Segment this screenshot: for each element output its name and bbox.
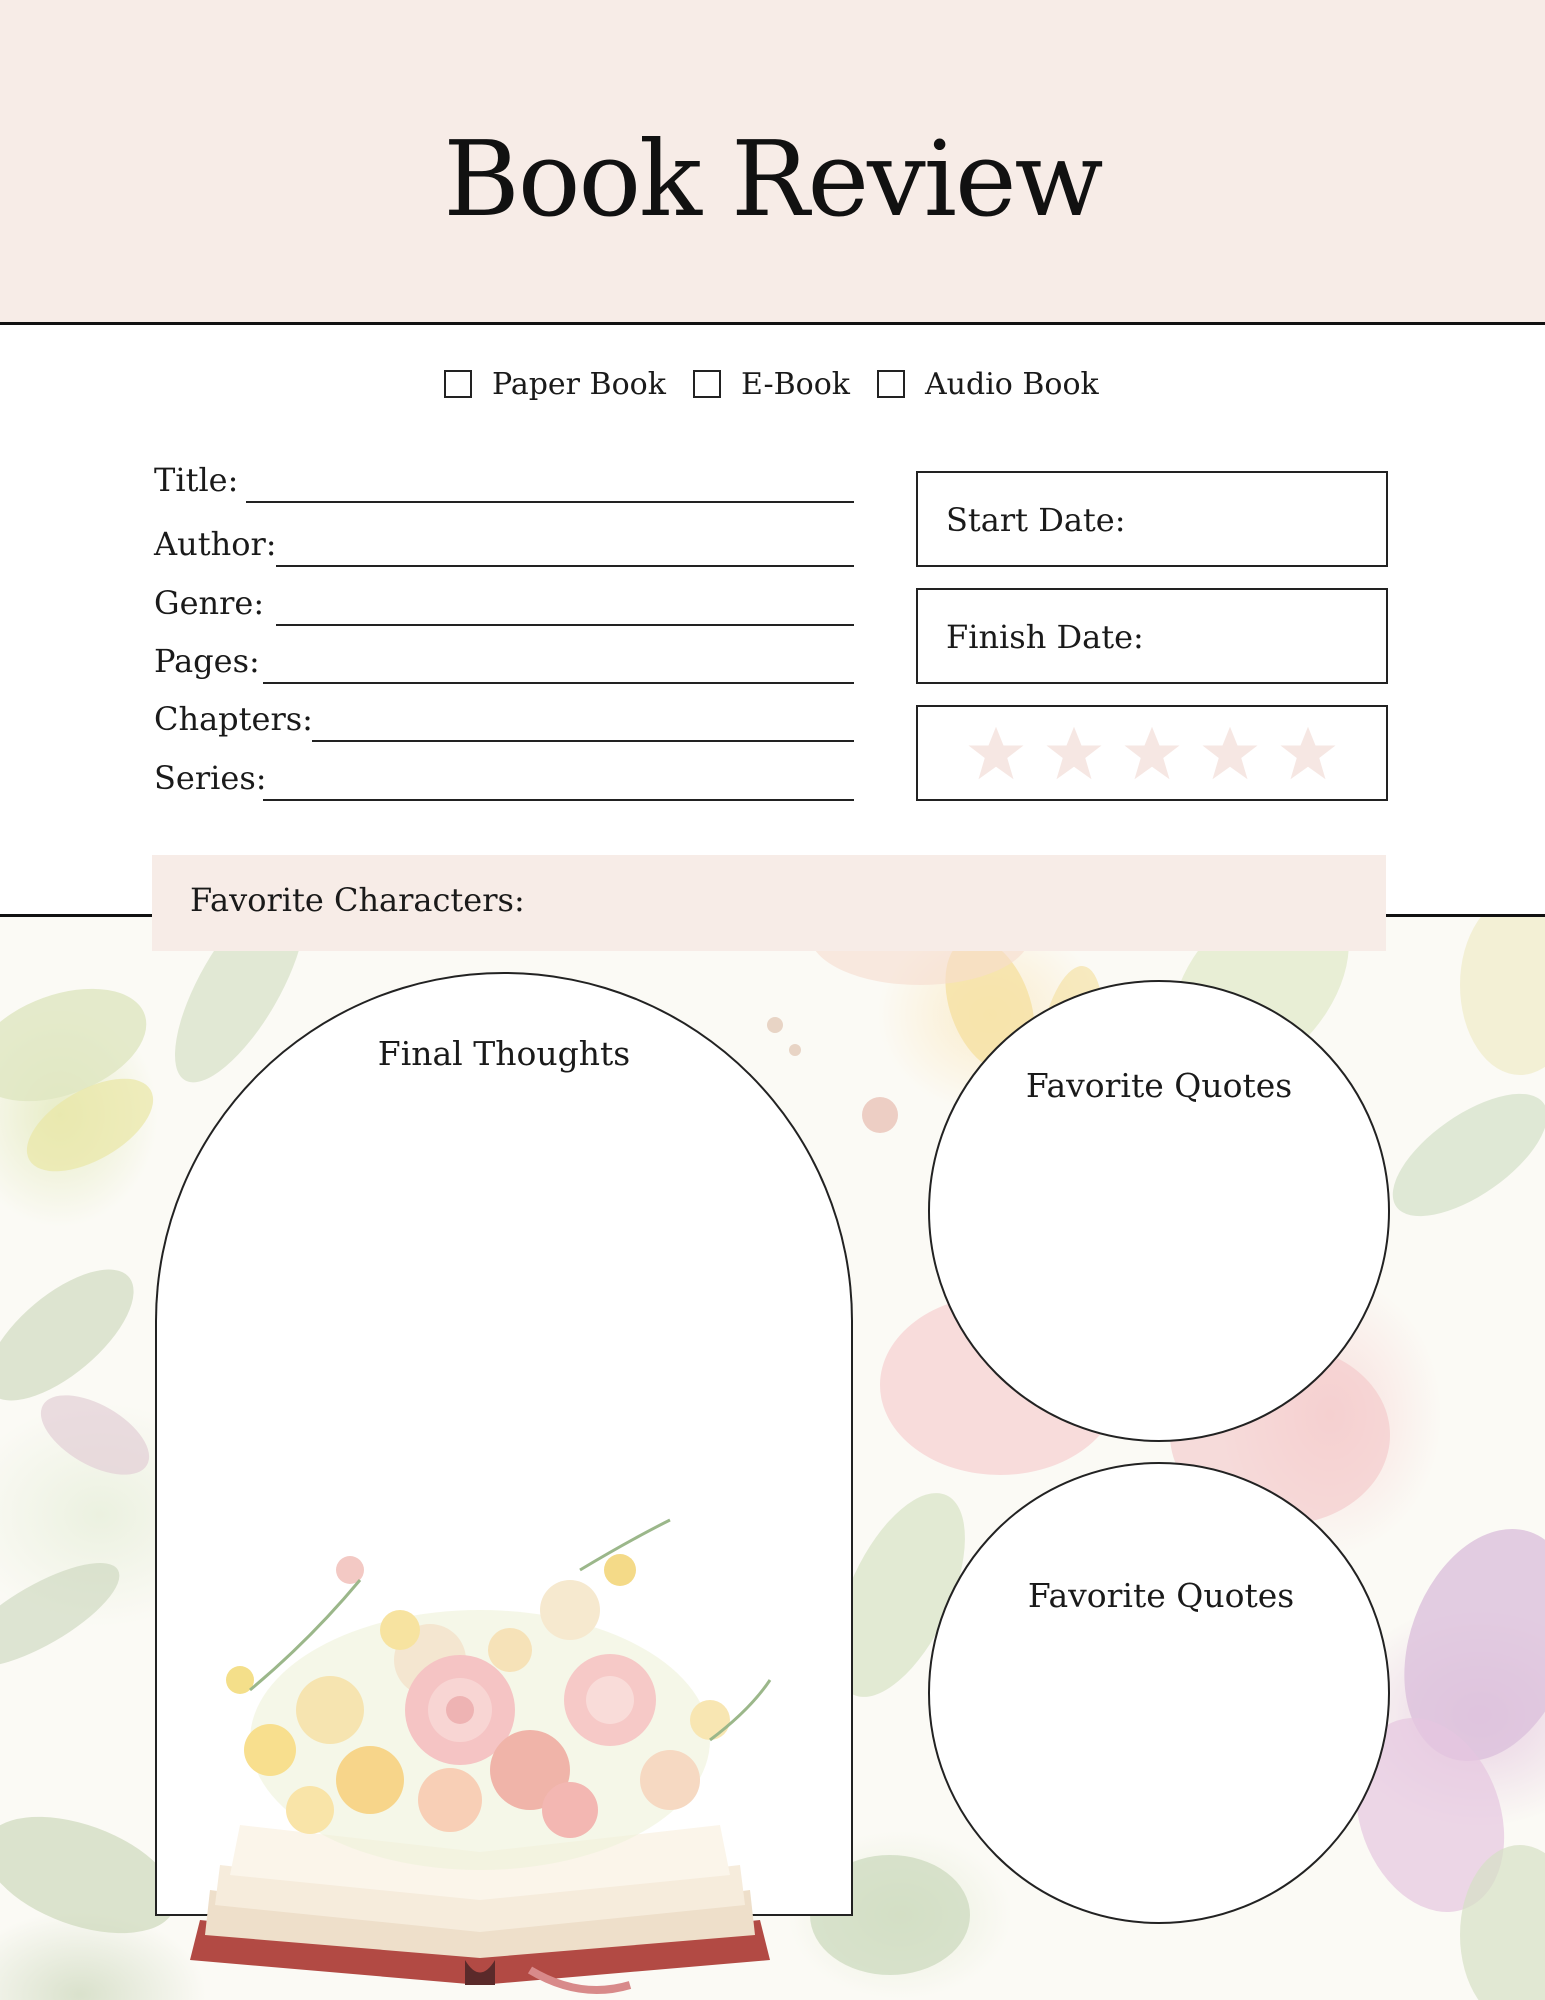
title-field[interactable]: Title: [154,461,854,503]
favorite-quotes-circle-2[interactable] [928,1462,1390,1924]
page-title: Book Review [443,118,1103,240]
header-divider [0,322,1545,325]
chapters-field[interactable]: Chapters: [154,700,854,742]
chapters-label: Chapters: [154,700,313,738]
author-field[interactable]: Author: [154,525,854,567]
star-icon[interactable] [1200,723,1260,783]
e-book-checkbox[interactable] [693,370,721,398]
star-icon[interactable] [966,723,1026,783]
genre-label: Genre: [154,584,265,622]
finish-date-box[interactable]: Finish Date: [916,588,1388,684]
format-option-audio-book[interactable]: Audio Book [877,364,1099,404]
paper-book-label: Paper Book [492,366,666,402]
finish-date-label: Finish Date: [946,618,1144,656]
genre-field[interactable]: Genre: [154,584,854,626]
favorite-characters-box[interactable]: Favorite Characters: [152,855,1386,951]
pages-field[interactable]: Pages: [154,642,854,684]
genre-line[interactable] [276,624,854,626]
format-options: Paper Book E-Book Audio Book [0,364,1545,404]
pages-line[interactable] [263,682,854,684]
title-label: Title: [154,461,239,499]
favorite-quotes-label-1: Favorite Quotes [1025,1066,1293,1105]
series-line[interactable] [263,799,854,801]
author-label: Author: [154,525,277,563]
series-field[interactable]: Series: [154,759,854,801]
star-rating[interactable] [918,707,1386,799]
start-date-box[interactable]: Start Date: [916,471,1388,567]
book-bouquet-illustration [190,1518,772,1994]
e-book-label: E-Book [741,366,850,402]
star-icon[interactable] [1278,723,1338,783]
paper-book-checkbox[interactable] [444,370,472,398]
format-option-e-book[interactable]: E-Book [693,364,850,404]
favorite-quotes-label-2: Favorite Quotes [1027,1576,1295,1615]
rating-box [916,705,1388,801]
star-icon[interactable] [1122,723,1182,783]
audio-book-checkbox[interactable] [877,370,905,398]
audio-book-label: Audio Book [925,366,1099,402]
star-icon[interactable] [1044,723,1104,783]
start-date-label: Start Date: [946,501,1126,539]
pages-label: Pages: [154,642,260,680]
series-label: Series: [154,759,267,797]
format-option-paper-book[interactable]: Paper Book [444,364,666,404]
chapters-line[interactable] [312,740,854,742]
final-thoughts-label: Final Thoughts [377,1034,631,1073]
favorite-quotes-circle-1[interactable] [928,980,1390,1442]
favorite-characters-label: Favorite Characters: [190,881,525,919]
author-line[interactable] [276,565,854,567]
title-line[interactable] [246,501,854,503]
